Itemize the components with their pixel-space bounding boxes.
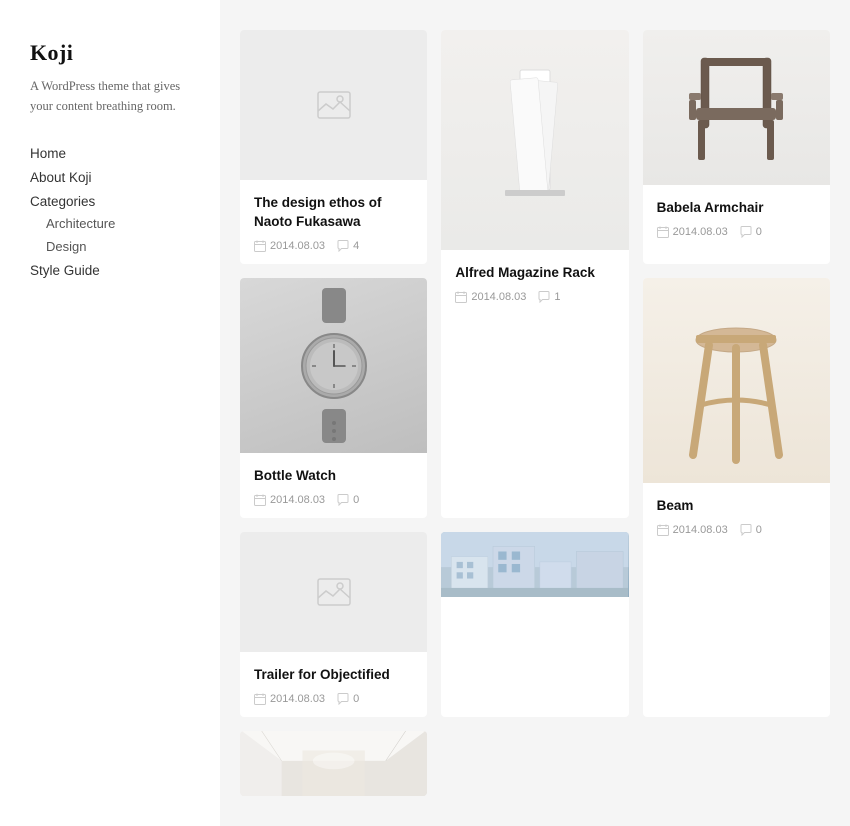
card-meta-magazine: 2014.08.03 1 (455, 291, 614, 303)
calendar-icon-5 (657, 524, 669, 536)
nav-item-categories: Categories Architecture Design (30, 194, 190, 256)
objectified-comments-text: 0 (353, 693, 359, 705)
card-comments-text: 4 (353, 240, 359, 252)
card-comments-watch: 0 (337, 494, 359, 506)
card-objectified[interactable]: Trailer for Objectified 2014.08.03 (240, 532, 427, 717)
card-date-chair: 2014.08.03 (657, 226, 728, 238)
card-comments-chair: 0 (740, 226, 762, 238)
card-corridor[interactable] (240, 731, 427, 796)
card-image-placeholder (240, 30, 427, 180)
card-comments-objectified: 0 (337, 693, 359, 705)
beam-stool-svg (671, 285, 801, 475)
card-image-objectified (240, 532, 427, 652)
calendar-icon-4 (254, 494, 266, 506)
objectified-date-text: 2014.08.03 (270, 693, 325, 705)
comment-icon-4 (337, 494, 349, 506)
nav-item-design[interactable]: Design (46, 239, 190, 256)
card-watch[interactable]: Bottle Watch 2014.08.03 (240, 278, 427, 518)
primary-nav: Home About Koji Categories Architecture … (30, 146, 190, 280)
card-meta-watch: 2014.08.03 0 (254, 494, 413, 506)
nav-link-about[interactable]: About Koji (30, 170, 92, 185)
corridor-svg (240, 731, 427, 796)
chair-comments-text: 0 (756, 226, 762, 238)
comment-icon-2 (538, 291, 550, 303)
card-comments-beam: 0 (740, 524, 762, 536)
comment-icon-3 (740, 226, 752, 238)
watch-date-text: 2014.08.03 (270, 494, 325, 506)
card-date-watch: 2014.08.03 (254, 494, 325, 506)
card-title-objectified: Trailer for Objectified (254, 666, 413, 685)
comment-icon-5 (740, 524, 752, 536)
card-date-magazine: 2014.08.03 (455, 291, 526, 303)
chair-date-text: 2014.08.03 (673, 226, 728, 238)
nav-item-home[interactable]: Home (30, 146, 190, 163)
card-image-chair (643, 30, 830, 185)
watch-svg (284, 288, 384, 443)
sidebar: Koji A WordPress theme that gives your c… (0, 0, 220, 826)
placeholder-icon-2 (317, 578, 351, 606)
card-title-chair: Babela Armchair (657, 199, 816, 218)
card-comments-magazine: 1 (538, 291, 560, 303)
card-body: The design ethos of Naoto Fukasawa 2014.… (240, 180, 427, 264)
card-meta-beam: 2014.08.03 0 (657, 524, 816, 536)
site-title: Koji (30, 40, 190, 66)
magazine-rack-svg (495, 60, 575, 220)
watch-comments-text: 0 (353, 494, 359, 506)
calendar-icon-6 (254, 693, 266, 705)
comment-icon-6 (337, 693, 349, 705)
calendar-icon-2 (455, 291, 467, 303)
beam-comments-text: 0 (756, 524, 762, 536)
card-beam[interactable]: Beam 2014.08.03 (643, 278, 830, 717)
card-armchair[interactable]: Babela Armchair 2014.08.03 (643, 30, 830, 264)
calendar-icon-3 (657, 226, 669, 238)
nav-item-style-guide[interactable]: Style Guide (30, 263, 190, 280)
card-body-magazine: Alfred Magazine Rack 2014.08.03 (441, 250, 628, 315)
nav-link-home[interactable]: Home (30, 146, 66, 161)
card-body-objectified: Trailer for Objectified 2014.08.03 (240, 652, 427, 717)
magazine-comments-text: 1 (554, 291, 560, 303)
nav-item-architecture[interactable]: Architecture (46, 216, 190, 233)
nav-link-architecture[interactable]: Architecture (46, 216, 115, 231)
card-image-beam (643, 278, 830, 483)
nav-link-design[interactable]: Design (46, 239, 86, 254)
card-date-objectified: 2014.08.03 (254, 693, 325, 705)
card-design-ethos[interactable]: The design ethos of Naoto Fukasawa 2014.… (240, 30, 427, 264)
card-comments: 4 (337, 240, 359, 252)
card-image-magazine (441, 30, 628, 250)
card-date-beam: 2014.08.03 (657, 524, 728, 536)
card-title-magazine: Alfred Magazine Rack (455, 264, 614, 283)
card-title-watch: Bottle Watch (254, 467, 413, 486)
nav-item-about[interactable]: About Koji (30, 170, 190, 187)
main-content: The design ethos of Naoto Fukasawa 2014.… (220, 0, 850, 826)
chair-svg (676, 48, 796, 168)
card-body-beam: Beam 2014.08.03 (643, 483, 830, 548)
architecture-svg (441, 532, 628, 597)
card-meta-objectified: 2014.08.03 0 (254, 693, 413, 705)
nav-link-style-guide[interactable]: Style Guide (30, 263, 100, 278)
card-title-beam: Beam (657, 497, 816, 516)
comment-icon (337, 240, 349, 252)
card-date: 2014.08.03 (254, 240, 325, 252)
card-body-watch: Bottle Watch 2014.08.03 (240, 453, 427, 518)
categories-label: Categories (30, 194, 190, 209)
card-magazine-rack[interactable]: Alfred Magazine Rack 2014.08.03 (441, 30, 628, 518)
card-meta: 2014.08.03 4 (254, 240, 413, 252)
card-image-corridor (240, 731, 427, 796)
card-image-architecture (441, 532, 628, 597)
card-image-watch (240, 278, 427, 453)
card-date-text: 2014.08.03 (270, 240, 325, 252)
site-description: A WordPress theme that gives your conten… (30, 76, 190, 116)
card-body-chair: Babela Armchair 2014.08.03 (643, 185, 830, 250)
calendar-icon (254, 240, 266, 252)
cards-grid: The design ethos of Naoto Fukasawa 2014.… (240, 30, 830, 796)
categories-sub-nav: Architecture Design (30, 216, 190, 256)
beam-date-text: 2014.08.03 (673, 524, 728, 536)
card-meta-chair: 2014.08.03 0 (657, 226, 816, 238)
magazine-date-text: 2014.08.03 (471, 291, 526, 303)
card-architecture[interactable] (441, 532, 628, 717)
card-title: The design ethos of Naoto Fukasawa (254, 194, 413, 232)
